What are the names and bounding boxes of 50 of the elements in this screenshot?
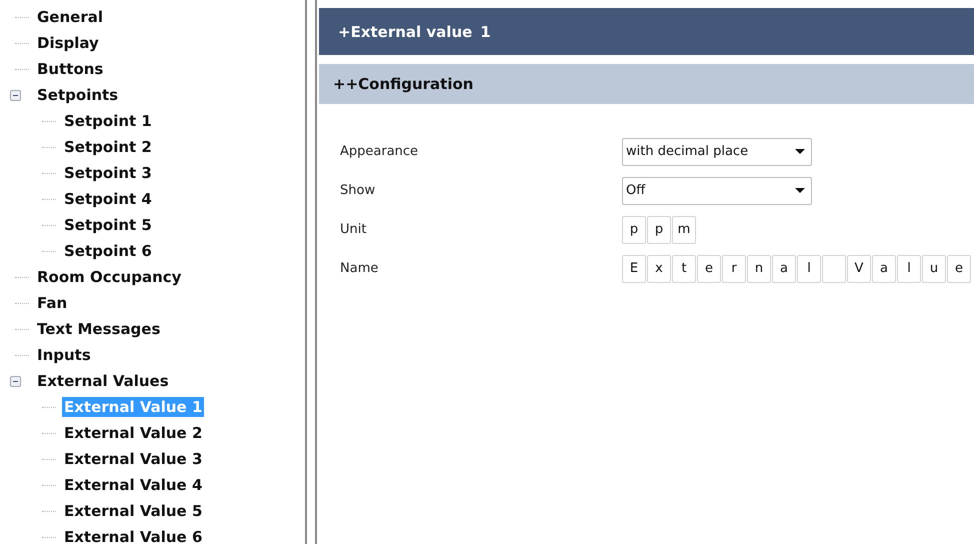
tree-item[interactable]: Setpoint 5 (62, 215, 154, 235)
collapse-icon[interactable] (10, 376, 21, 386)
tree-item[interactable]: Setpoint 3 (62, 163, 154, 183)
section-title: ++Configuration (333, 75, 474, 93)
tree-item[interactable]: External Value 2 (62, 423, 204, 443)
char-cell[interactable]: l (897, 254, 921, 282)
char-cell[interactable]: e (697, 254, 721, 282)
char-cell[interactable]: p (647, 216, 671, 244)
tree-item[interactable]: Buttons (35, 59, 106, 79)
header-number: 1 (480, 22, 491, 40)
tree-item[interactable]: Setpoint 4 (62, 189, 154, 209)
tree-item[interactable]: Inputs (35, 345, 93, 365)
char-cell[interactable]: E (622, 254, 646, 282)
dropdown[interactable]: with decimal place (622, 138, 812, 166)
tree-item[interactable]: External Value 4 (62, 475, 204, 495)
tree-item[interactable]: General (35, 7, 105, 27)
collapse-icon[interactable] (10, 90, 21, 100)
tree-item[interactable]: Setpoints (35, 85, 120, 105)
tree-item[interactable]: Display (35, 33, 101, 53)
tree-item[interactable]: External Value 6 (62, 527, 204, 544)
dropdown[interactable]: Off (622, 176, 812, 204)
tree-item[interactable]: Setpoint 6 (62, 241, 154, 261)
char-cell[interactable]: a (772, 254, 796, 282)
char-cell[interactable]: e (947, 254, 971, 282)
char-cell[interactable]: a (872, 254, 896, 282)
char-cell[interactable]: l (797, 254, 821, 282)
field-label: Name (340, 261, 380, 276)
empty-cell[interactable] (822, 254, 846, 282)
tree-item[interactable]: Setpoint 1 (62, 111, 154, 131)
tree-item[interactable]: Text Messages (35, 319, 162, 339)
char-cell[interactable]: p (622, 216, 646, 244)
char-cell[interactable]: m (672, 216, 696, 244)
field-label: Appearance (340, 144, 420, 159)
char-cell[interactable]: V (847, 254, 871, 282)
tree-item[interactable]: External Values (35, 371, 171, 391)
char-cell[interactable]: n (747, 254, 771, 282)
section-bar[interactable]: ++Configuration (319, 64, 974, 104)
char-cell[interactable]: u (922, 254, 946, 282)
header-title: +External value (338, 22, 472, 40)
tree-item[interactable]: External Value 3 (62, 449, 204, 469)
splitter[interactable] (305, 0, 317, 544)
char-cell[interactable]: x (647, 254, 671, 282)
tree-item[interactable]: External Value 5 (62, 501, 204, 521)
field-label: Unit (340, 222, 368, 237)
char-cell[interactable]: r (722, 254, 746, 282)
char-cell[interactable]: t (672, 254, 696, 282)
tree-item[interactable]: Room Occupancy (35, 267, 184, 287)
field-label: Show (340, 183, 376, 198)
tree-item[interactable]: Setpoint 2 (62, 137, 154, 157)
tree-item[interactable]: Fan (35, 293, 70, 313)
